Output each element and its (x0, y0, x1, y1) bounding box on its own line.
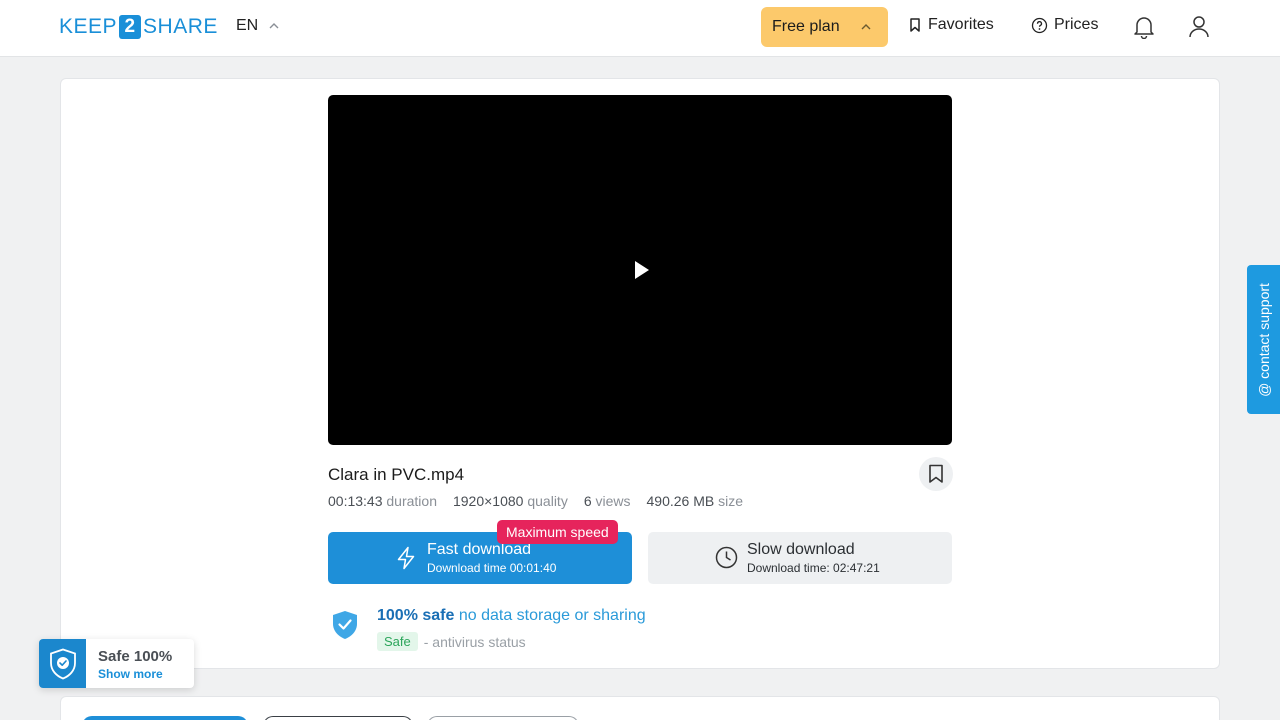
add-to-favorites-button[interactable] (919, 457, 953, 491)
logo-text-keep: KEEP (59, 15, 118, 38)
slow-download-title: Slow download (747, 541, 855, 558)
safety-statement: 100% safe no data storage or sharing (377, 607, 646, 625)
size-value: 490.26 MB (646, 493, 715, 509)
file-name: Clara in PVC.mp4 (328, 465, 465, 484)
safe-widget-title: Safe 100% (98, 648, 173, 665)
views-meta: 6 views (584, 493, 631, 509)
show-more-link[interactable]: Show more (98, 667, 163, 681)
bookmark-icon (910, 18, 920, 32)
slow-download-button[interactable]: Slow download Download time: 02:47:21 (648, 532, 952, 584)
language-label: EN (236, 17, 259, 34)
lightning-icon (397, 546, 415, 570)
duration-label: duration (386, 493, 437, 509)
size-meta: 490.26 MB size (647, 493, 744, 509)
bookmark-icon (929, 464, 943, 483)
safe-widget-icon-box (39, 639, 86, 688)
safe-widget[interactable]: Safe 100% Show more (39, 639, 194, 688)
user-icon[interactable] (1188, 15, 1210, 39)
slow-download-time: Download time: 02:47:21 (747, 561, 880, 575)
antivirus-status: Safe - antivirus status (377, 632, 526, 651)
tab-pill-tertiary[interactable] (427, 716, 579, 720)
logo-text-share: SHARE (143, 15, 218, 38)
top-header: KEEP 2 SHARE EN Free plan Favorites Prices (0, 0, 1280, 57)
video-player[interactable] (328, 95, 952, 445)
views-value: 6 (583, 493, 592, 509)
favorites-link[interactable]: Favorites (908, 16, 994, 34)
chevron-up-icon (861, 24, 871, 30)
file-meta: 00:13:43 duration 1920×1080 quality 6 vi… (328, 493, 743, 509)
plan-dropdown[interactable]: Free plan (761, 7, 888, 47)
maximum-speed-badge: Maximum speed (497, 520, 618, 544)
prices-label: Prices (1054, 16, 1099, 33)
shield-check-icon (333, 611, 357, 639)
fast-download-time: Download time 00:01:40 (427, 561, 557, 575)
contact-support-label: @ contact support (1255, 282, 1272, 397)
favorites-label: Favorites (928, 16, 994, 33)
duration-meta: 00:13:43 duration (328, 493, 437, 509)
contact-support-tab[interactable]: @ contact support (1247, 265, 1280, 414)
logo-badge-2: 2 (119, 15, 142, 39)
language-selector[interactable]: EN (236, 17, 280, 35)
size-label: size (718, 493, 744, 509)
quality-label: quality (527, 493, 568, 509)
bell-icon[interactable] (1133, 15, 1155, 39)
help-circle-icon (1031, 17, 1048, 33)
views-label: views (595, 493, 631, 509)
shield-check-icon (49, 648, 76, 679)
tab-pill-secondary[interactable] (263, 716, 413, 720)
chevron-up-icon (269, 23, 279, 29)
tab-pill-primary[interactable] (82, 716, 248, 720)
antivirus-status-label: - antivirus status (423, 633, 526, 650)
site-logo[interactable]: KEEP 2 SHARE (59, 14, 218, 40)
play-icon[interactable] (634, 260, 650, 280)
safety-rest: no data storage or sharing (458, 607, 646, 624)
safe-status-tag: Safe (377, 632, 418, 651)
clock-icon (715, 546, 738, 569)
duration-value: 00:13:43 (328, 493, 383, 509)
plan-label: Free plan (772, 18, 840, 35)
quality-value: 1920×1080 (452, 493, 524, 509)
safety-strong: 100% safe (377, 607, 455, 624)
quality-meta: 1920×1080 quality (453, 493, 568, 509)
prices-link[interactable]: Prices (1031, 16, 1098, 34)
